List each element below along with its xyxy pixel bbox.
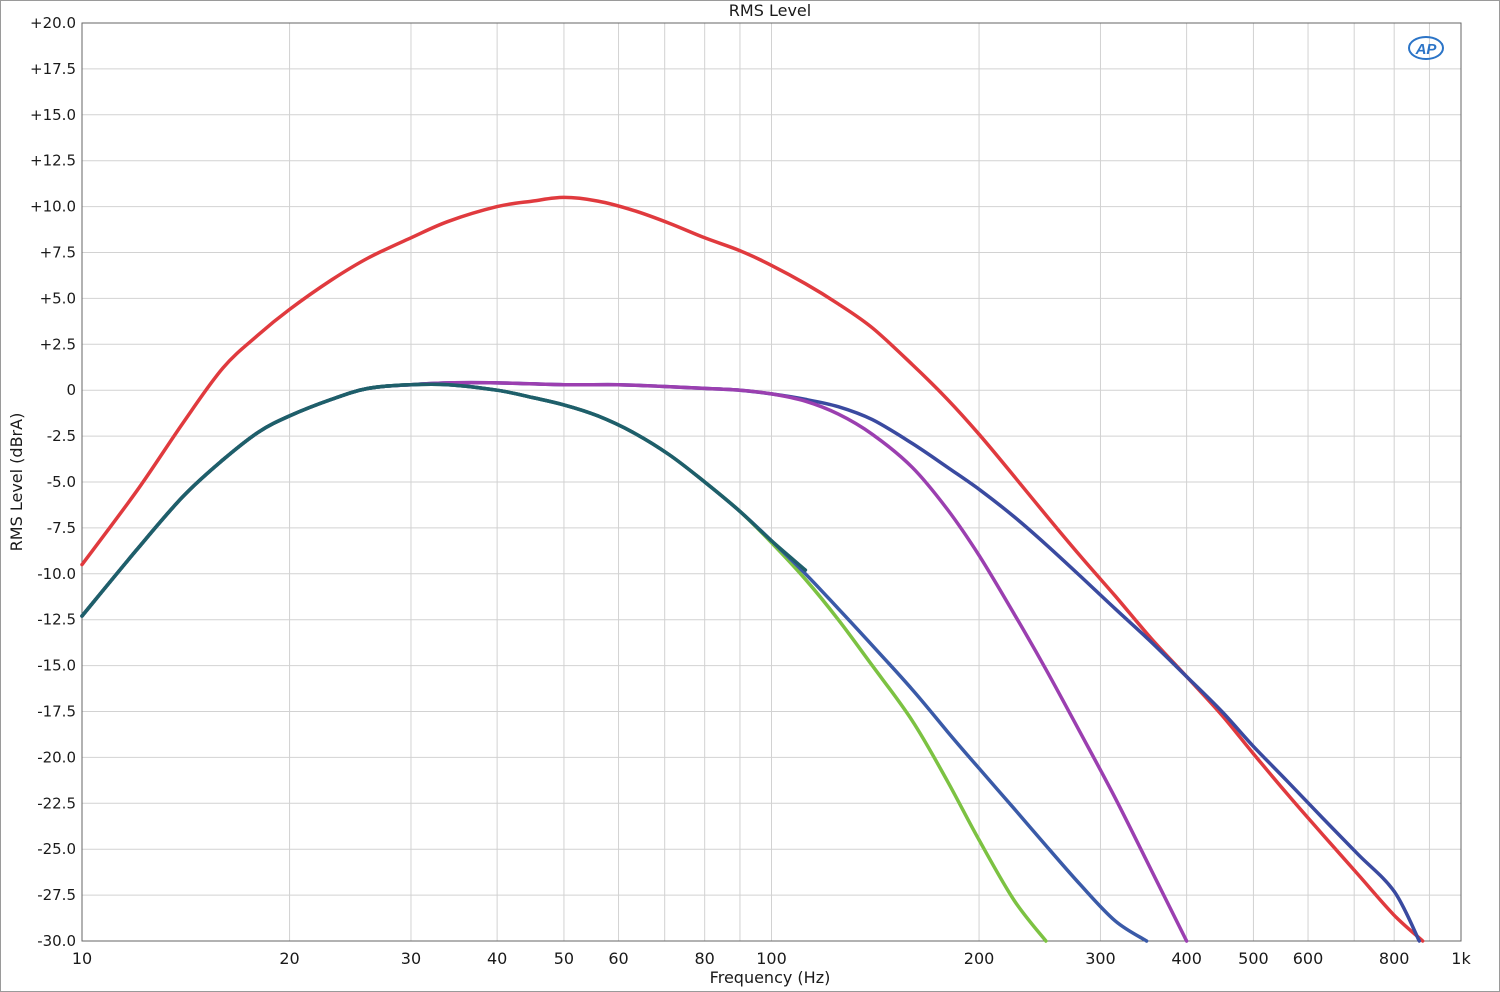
x-tick-label: 200 bbox=[964, 949, 995, 968]
series-line-6 bbox=[80, 382, 808, 618]
y-tick-label: +15.0 bbox=[30, 106, 76, 124]
x-tick-label: 500 bbox=[1238, 949, 1269, 968]
x-tick-label: 30 bbox=[401, 949, 421, 968]
x-tick-label: 10 bbox=[72, 949, 92, 968]
y-tick-label: -2.5 bbox=[47, 427, 76, 445]
y-tick-label: -30.0 bbox=[37, 932, 76, 950]
y-tick-label: +17.5 bbox=[30, 60, 76, 78]
y-tick-label: +5.0 bbox=[40, 289, 76, 307]
y-tick-label: -12.5 bbox=[37, 611, 76, 629]
y-tick-label: +7.5 bbox=[40, 244, 76, 262]
series-layer bbox=[80, 195, 1425, 943]
x-tick-label: 300 bbox=[1085, 949, 1116, 968]
x-tick-label: 400 bbox=[1171, 949, 1202, 968]
y-axis-title: RMS Level (dBrA) bbox=[7, 413, 26, 552]
x-tick-label: 80 bbox=[695, 949, 715, 968]
x-tick-label: 800 bbox=[1379, 949, 1410, 968]
rms-level-chart: +20.0 +17.5 +15.0 +12.5 +10.0 +7.5 +5.0 +2.5 0 -2… bbox=[7, 1, 1472, 987]
series-line-2 bbox=[80, 380, 1422, 943]
y-tick-label: -15.0 bbox=[37, 657, 76, 675]
x-tick-labels: 10 20 30 40 50 60 80 100 200 300 400 500 600 800 1k bbox=[72, 949, 1472, 968]
y-tick-label: +10.0 bbox=[30, 198, 76, 216]
x-tick-label: 600 bbox=[1293, 949, 1324, 968]
y-tick-label: -10.0 bbox=[37, 565, 76, 583]
y-tick-label: -20.0 bbox=[37, 748, 76, 766]
y-tick-label: +2.5 bbox=[40, 335, 76, 353]
x-tick-label: 100 bbox=[756, 949, 787, 968]
chart-title: RMS Level bbox=[729, 1, 811, 20]
x-tick-label: 20 bbox=[279, 949, 299, 968]
y-tick-label: -17.5 bbox=[37, 703, 76, 721]
x-tick-label: 60 bbox=[608, 949, 628, 968]
y-tick-label: +20.0 bbox=[30, 14, 76, 32]
x-tick-label: 1k bbox=[1451, 949, 1471, 968]
y-tick-label: -27.5 bbox=[37, 886, 76, 904]
gridlines bbox=[81, 22, 1462, 942]
x-tick-label: 40 bbox=[487, 949, 507, 968]
y-tick-label: -22.5 bbox=[37, 794, 76, 812]
x-tick-label: 50 bbox=[554, 949, 574, 968]
y-tick-label: -7.5 bbox=[47, 519, 76, 537]
ap-logo-icon: AP bbox=[1408, 36, 1444, 60]
y-tick-label: 0 bbox=[66, 381, 76, 399]
y-tick-label: -25.0 bbox=[37, 840, 76, 858]
y-tick-label: +12.5 bbox=[30, 152, 76, 170]
series-line-1 bbox=[80, 195, 1425, 943]
x-axis-title: Frequency (Hz) bbox=[710, 968, 831, 987]
y-tick-label: -5.0 bbox=[47, 473, 76, 491]
ap-logo-text: AP bbox=[1415, 41, 1438, 58]
series-line-3 bbox=[80, 380, 1189, 943]
y-tick-labels: +20.0 +17.5 +15.0 +12.5 +10.0 +7.5 +5.0 +2.5 0 -2… bbox=[30, 14, 76, 950]
